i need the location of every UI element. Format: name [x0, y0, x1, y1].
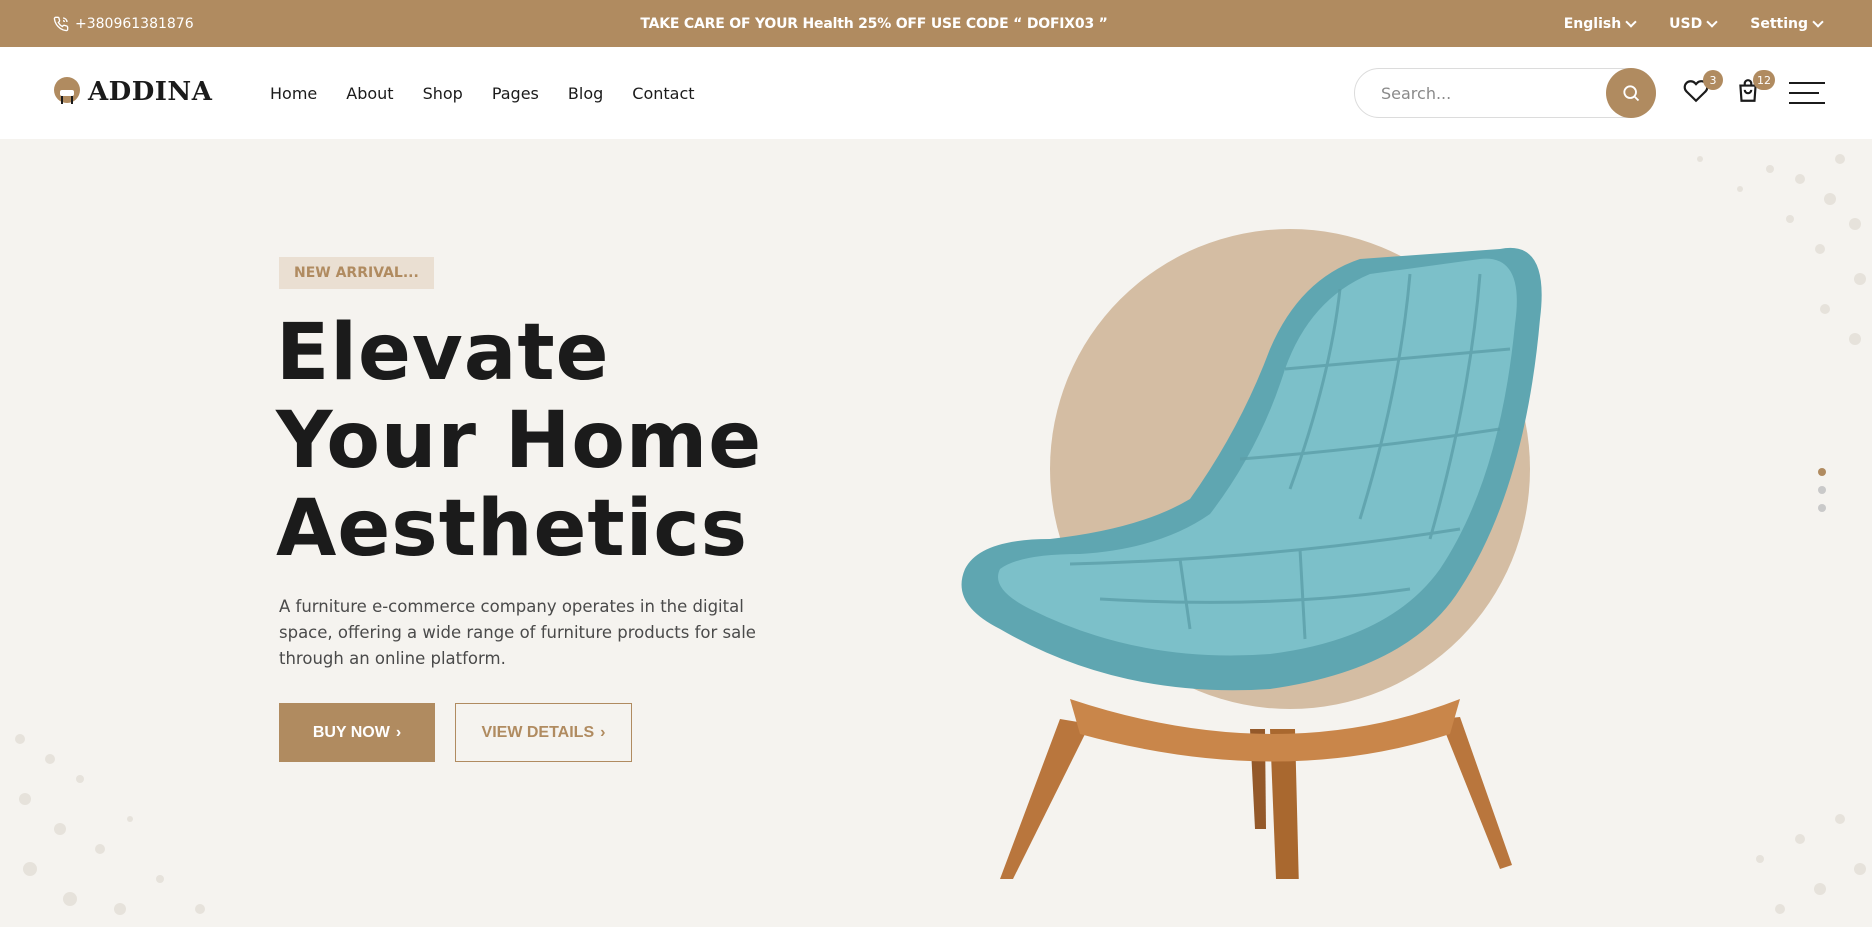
menu-line — [1789, 102, 1825, 104]
view-details-label: VIEW DETAILS — [481, 723, 595, 741]
slide-dot-2[interactable] — [1818, 486, 1826, 494]
language-selector[interactable]: English — [1563, 15, 1637, 32]
main-nav: Home About Shop Pages Blog Contact — [270, 47, 695, 139]
search-input[interactable] — [1381, 69, 1591, 117]
slide-dot-1[interactable] — [1818, 468, 1826, 476]
headline-line-2: Your Home — [276, 396, 763, 486]
wishlist-button[interactable]: 3 — [1683, 70, 1723, 108]
hamburger-menu-button[interactable] — [1789, 82, 1825, 106]
headline-line-3: Aesthetics — [276, 484, 749, 574]
cart-button[interactable]: 12 — [1735, 70, 1775, 108]
hero-section: NEW ARRIVAL... Elevate Your Home Aesthet… — [0, 139, 1872, 927]
new-arrival-tag: NEW ARRIVAL... — [279, 257, 434, 289]
menu-line — [1789, 92, 1819, 94]
armchair-image — [961, 229, 1542, 879]
cart-count-badge: 12 — [1753, 70, 1775, 90]
setting-selector[interactable]: Setting — [1750, 15, 1824, 32]
chevron-down-icon — [1812, 15, 1824, 28]
topbar-selectors: English USD Setting — [1563, 0, 1824, 47]
hero-description: A furniture e-commerce company operates … — [279, 597, 756, 668]
nav-home[interactable]: Home — [270, 84, 317, 103]
top-bar: +380961381876 TAKE CARE OF YOUR Health 2… — [0, 0, 1872, 47]
currency-label: USD — [1669, 15, 1703, 32]
chevron-right-icon: › — [395, 723, 402, 741]
currency-selector[interactable]: USD — [1669, 15, 1718, 32]
language-label: English — [1563, 15, 1622, 32]
menu-line — [1789, 82, 1825, 84]
setting-label: Setting — [1750, 15, 1808, 32]
slide-dot-3[interactable] — [1818, 504, 1826, 512]
nav-shop[interactable]: Shop — [423, 84, 463, 103]
nav-blog[interactable]: Blog — [568, 84, 603, 103]
search-icon — [1623, 85, 1640, 102]
chair-logo-icon — [54, 77, 80, 104]
slider-pagination — [1818, 468, 1826, 512]
logo[interactable]: ADDINA — [52, 77, 212, 107]
search-box — [1354, 68, 1656, 118]
hero-headline: Elevate Your Home Aesthetics — [276, 309, 762, 573]
main-header: ADDINA Home About Shop Pages Blog Contac… — [0, 47, 1872, 139]
headline-line-1: Elevate — [276, 308, 610, 398]
wishlist-count-badge: 3 — [1703, 70, 1723, 90]
nav-about[interactable]: About — [346, 84, 393, 103]
logo-text: ADDINA — [88, 77, 213, 107]
buy-now-label: BUY NOW — [312, 723, 390, 741]
nav-pages[interactable]: Pages — [492, 84, 539, 103]
chevron-down-icon — [1625, 15, 1637, 28]
view-details-button[interactable]: VIEW DETAILS › — [455, 703, 632, 762]
promo-text: TAKE CARE OF YOUR Health 25% OFF USE COD… — [640, 15, 1108, 32]
nav-contact[interactable]: Contact — [632, 84, 694, 103]
search-button[interactable] — [1606, 68, 1656, 118]
buy-now-button[interactable]: BUY NOW › — [279, 703, 435, 762]
chevron-down-icon — [1706, 15, 1718, 28]
chevron-right-icon: › — [600, 723, 606, 741]
